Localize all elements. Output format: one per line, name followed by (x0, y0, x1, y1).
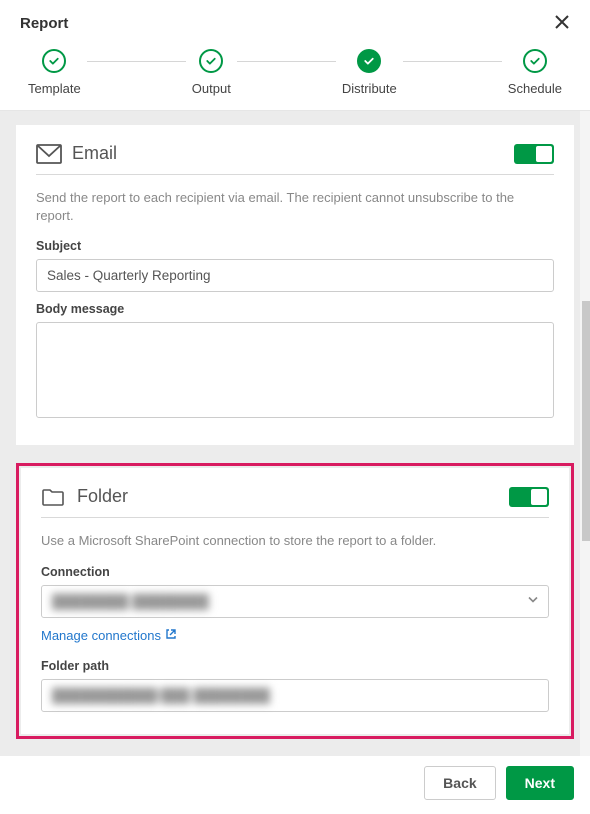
email-section: Email Send the report to each recipient … (16, 125, 574, 445)
folder-highlight: Folder Use a Microsoft SharePoint connec… (16, 463, 574, 738)
folder-title: Folder (77, 486, 128, 507)
step-label: Output (192, 81, 231, 96)
wizard-stepper: Template Output Distribute Schedule (0, 43, 590, 111)
scrollbar[interactable] (580, 111, 590, 797)
external-link-icon (165, 628, 177, 643)
step-connector (87, 61, 186, 62)
close-icon[interactable] (554, 14, 570, 33)
connection-label: Connection (41, 565, 549, 579)
step-connector (403, 61, 502, 62)
step-template[interactable]: Template (28, 49, 81, 96)
next-button[interactable]: Next (506, 766, 574, 800)
folder-description: Use a Microsoft SharePoint connection to… (41, 532, 549, 550)
manage-connections-link[interactable]: Manage connections (41, 628, 177, 643)
subject-input[interactable] (36, 259, 554, 292)
back-button[interactable]: Back (424, 766, 495, 800)
step-label: Template (28, 81, 81, 96)
step-label: Schedule (508, 81, 562, 96)
content-area: Email Send the report to each recipient … (0, 111, 590, 797)
folder-icon (41, 487, 65, 507)
folder-section: Folder Use a Microsoft SharePoint connec… (21, 468, 569, 733)
footer-actions: Back Next (0, 756, 590, 814)
connection-select[interactable]: ████████ ████████ (41, 585, 549, 618)
subject-label: Subject (36, 239, 554, 253)
step-distribute[interactable]: Distribute (342, 49, 397, 96)
manage-connections-text: Manage connections (41, 628, 161, 643)
dialog-title: Report (20, 15, 68, 32)
step-label: Distribute (342, 81, 397, 96)
step-connector (237, 61, 336, 62)
step-output[interactable]: Output (192, 49, 231, 96)
email-title: Email (72, 143, 117, 164)
folder-path-label: Folder path (41, 659, 549, 673)
folder-toggle[interactable] (509, 487, 549, 507)
connection-value: ████████ ████████ (52, 594, 209, 609)
email-icon (36, 144, 60, 164)
body-textarea[interactable] (36, 322, 554, 418)
body-label: Body message (36, 302, 554, 316)
email-description: Send the report to each recipient via em… (36, 189, 554, 225)
step-schedule[interactable]: Schedule (508, 49, 562, 96)
folder-path-input[interactable]: ███████████/███ ████████ (41, 679, 549, 712)
email-toggle[interactable] (514, 144, 554, 164)
folder-path-value: ███████████/███ ████████ (52, 688, 270, 703)
